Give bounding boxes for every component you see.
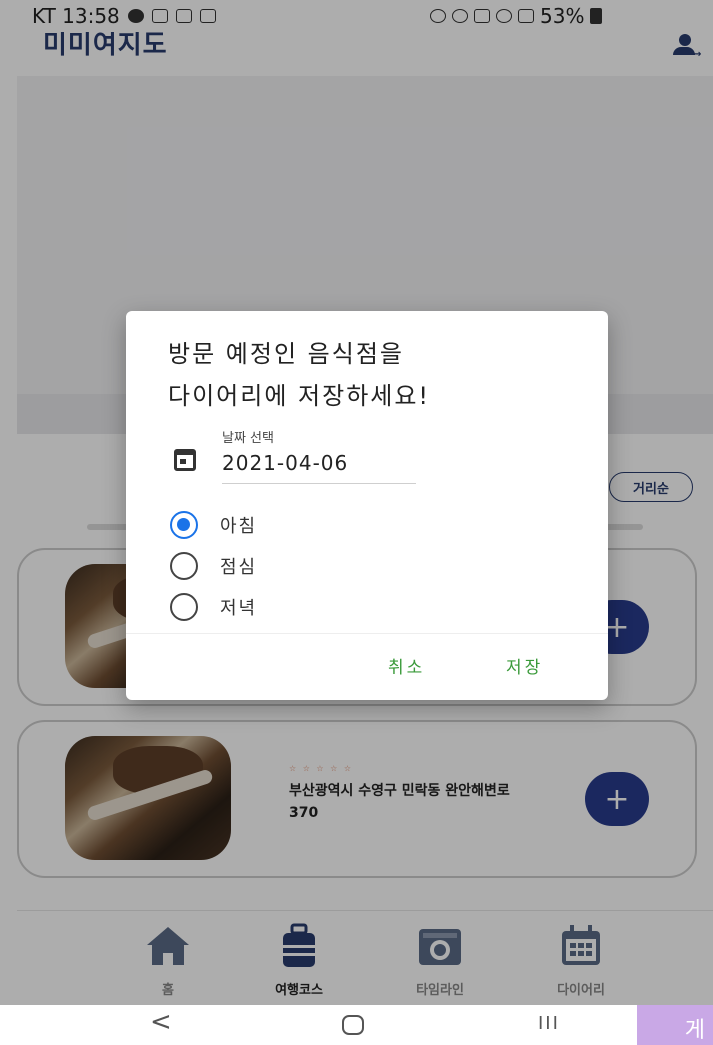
dialog-divider bbox=[126, 633, 608, 634]
calendar-icon[interactable] bbox=[174, 449, 196, 471]
keyboard-language-chip[interactable]: 게 bbox=[637, 1005, 713, 1045]
radio-unchecked-icon[interactable] bbox=[170, 552, 198, 580]
cancel-button[interactable]: 취소 bbox=[388, 653, 425, 678]
dialog-title-line2: 다이어리에 저장하세요! bbox=[168, 382, 431, 410]
date-input[interactable]: 2021-04-06 bbox=[222, 451, 348, 475]
back-button[interactable]: < bbox=[150, 1007, 172, 1037]
date-input-underline bbox=[222, 483, 416, 484]
meal-option-lunch[interactable]: 점심 bbox=[170, 550, 430, 582]
meal-option-label: 아침 bbox=[220, 516, 258, 537]
meal-option-breakfast[interactable]: 아침 bbox=[170, 509, 430, 541]
system-nav-bar: < III 게 bbox=[0, 1005, 713, 1045]
home-button[interactable] bbox=[342, 1015, 364, 1035]
date-field-label: 날짜 선택 bbox=[222, 431, 274, 446]
meal-option-dinner[interactable]: 저녁 bbox=[170, 591, 430, 623]
dialog-title-line1: 방문 예정인 음식점을 bbox=[168, 340, 404, 368]
save-diary-dialog: 방문 예정인 음식점을 다이어리에 저장하세요! 날짜 선택 2021-04-0… bbox=[126, 311, 608, 700]
recent-apps-button[interactable]: III bbox=[538, 1013, 560, 1034]
save-button[interactable]: 저장 bbox=[506, 653, 543, 678]
meal-option-label: 점심 bbox=[220, 557, 258, 578]
dialog-title: 방문 예정인 음식점을 다이어리에 저장하세요! bbox=[168, 333, 588, 417]
radio-checked-icon[interactable] bbox=[170, 511, 198, 539]
radio-unchecked-icon[interactable] bbox=[170, 593, 198, 621]
meal-option-label: 저녁 bbox=[220, 598, 258, 619]
